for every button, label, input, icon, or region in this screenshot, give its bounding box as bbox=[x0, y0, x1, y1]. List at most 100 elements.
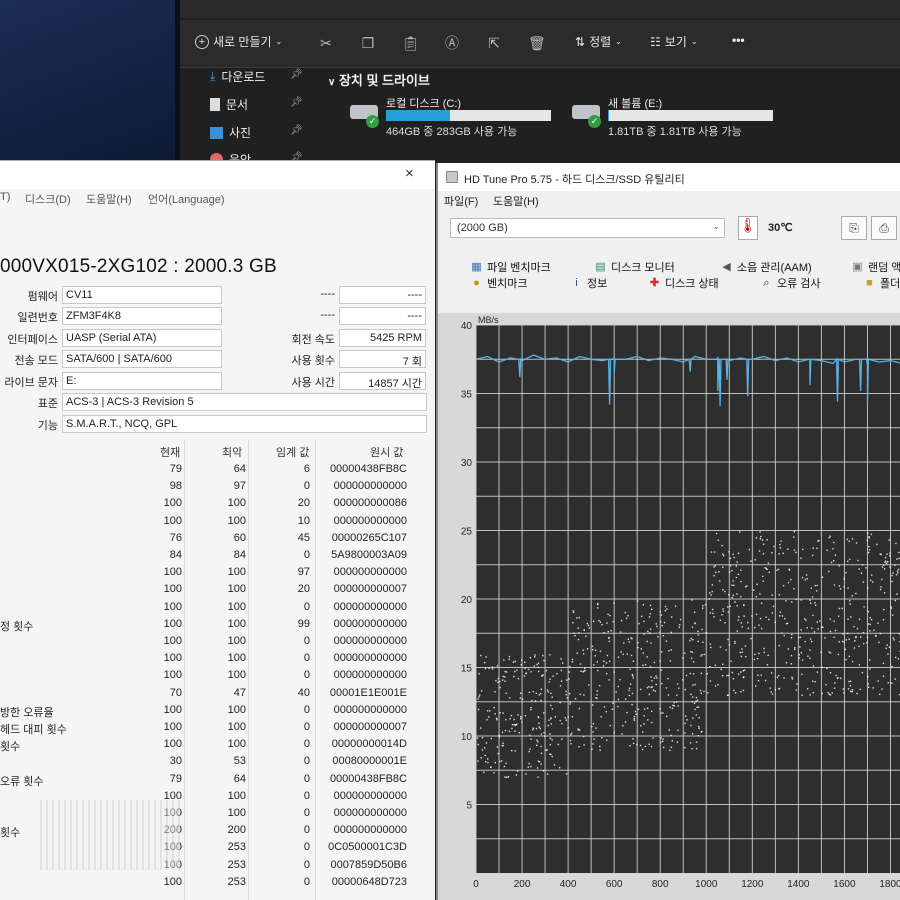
tab-info[interactable]: i 정보 bbox=[570, 275, 607, 291]
table-row[interactable]: 100 100 10 000000000000 bbox=[0, 514, 435, 531]
access-time-point bbox=[659, 611, 661, 613]
table-row[interactable]: 100 100 97 000000000000 bbox=[0, 565, 435, 582]
table-row[interactable]: 100 100 20 000000000086 bbox=[0, 496, 435, 513]
access-time-point bbox=[694, 622, 696, 624]
access-time-point bbox=[637, 708, 640, 711]
drive-select[interactable]: (2000 GB) ⌄ bbox=[450, 218, 725, 238]
rename-icon[interactable]: Ⓐ bbox=[444, 35, 460, 51]
access-time-point bbox=[758, 652, 760, 655]
new-button[interactable]: + 새로 만들기 ⌄ bbox=[195, 33, 282, 50]
access-time-point bbox=[763, 647, 765, 650]
devices-section-header[interactable]: ∨ 장치 및 드라이브 bbox=[328, 70, 430, 89]
access-time-point bbox=[591, 748, 593, 751]
pin-icon[interactable]: 📌︎ bbox=[290, 69, 303, 80]
tab-benchmark[interactable]: ● 벤치마크 bbox=[470, 275, 527, 291]
access-time-point bbox=[520, 716, 522, 718]
tab-random-access[interactable]: ▣ 랜덤 액 bbox=[851, 259, 900, 275]
access-time-point bbox=[642, 664, 644, 666]
header-threshold[interactable]: 임계 값 bbox=[276, 444, 309, 460]
access-time-point bbox=[855, 592, 857, 595]
share-icon[interactable]: ⇱ bbox=[486, 35, 502, 51]
access-time-point bbox=[494, 761, 496, 764]
access-time-point bbox=[692, 717, 694, 719]
table-row[interactable]: 정 횟수 100 100 99 000000000000 bbox=[0, 617, 435, 634]
access-time-point bbox=[829, 535, 831, 537]
current-value: 79 bbox=[169, 463, 182, 475]
table-row[interactable]: 100 253 0 00000648D723 bbox=[0, 875, 435, 892]
copy-icon[interactable]: ⎘ bbox=[841, 216, 867, 240]
sort-button[interactable]: ⇅ 정렬 ⌄ bbox=[575, 33, 622, 50]
drive-c[interactable]: ✓ 로컬 디스크 (C:) 464GB 중 283GB 사용 가능 bbox=[338, 95, 568, 140]
tab-disk-monitor[interactable]: ▤ 디스크 모니터 bbox=[594, 259, 674, 275]
close-icon[interactable]: × bbox=[405, 165, 414, 182]
save-icon[interactable]: ⎙ bbox=[871, 216, 897, 240]
menu-file[interactable]: 파일(F) bbox=[444, 193, 478, 209]
pin-icon[interactable]: 📌︎ bbox=[290, 97, 303, 108]
table-row[interactable]: 오류 횟수 79 64 0 00000438FB8C bbox=[0, 772, 435, 789]
tab-folder[interactable]: ■ 폴더 bbox=[863, 275, 900, 291]
access-time-point bbox=[813, 631, 816, 633]
table-row[interactable]: 1001000000000000000 bbox=[0, 600, 435, 617]
table-row[interactable]: 84 84 0 5A9800003A09 bbox=[0, 548, 435, 565]
access-time-point bbox=[503, 659, 505, 661]
access-time-point bbox=[858, 664, 861, 666]
table-row[interactable]: 1001000000000000000 bbox=[0, 634, 435, 651]
access-time-point bbox=[760, 627, 763, 630]
table-row[interactable]: 헤드 대피 횟수 100 100 0 000000000007 bbox=[0, 720, 435, 737]
access-time-point bbox=[659, 660, 661, 662]
cut-icon[interactable]: ✂ bbox=[318, 35, 334, 51]
table-row[interactable]: 30 53 0 00080000001E bbox=[0, 754, 435, 771]
access-time-point bbox=[839, 588, 842, 590]
delete-icon[interactable]: 🗑︎ bbox=[528, 35, 546, 51]
table-row[interactable]: 98 97 0 000000000000 bbox=[0, 479, 435, 496]
access-time-point bbox=[657, 636, 659, 638]
table-row[interactable]: 70 47 40 00001E1E001E bbox=[0, 686, 435, 703]
table-row[interactable]: 1001000000000000000 bbox=[0, 651, 435, 668]
paste-icon[interactable]: 📋︎ bbox=[402, 35, 420, 51]
access-time-point bbox=[514, 750, 516, 752]
table-row[interactable]: 1001000000000000000 bbox=[0, 668, 435, 685]
menu-help[interactable]: 도움말(H) bbox=[493, 193, 539, 209]
header-current[interactable]: 현재 bbox=[160, 444, 180, 460]
access-time-point bbox=[895, 656, 897, 659]
table-row[interactable]: 76 60 45 00000265C107 bbox=[0, 531, 435, 548]
table-row[interactable]: 방한 오류율 100 100 0 000000000000 bbox=[0, 703, 435, 720]
menu-tools[interactable]: T) bbox=[0, 191, 10, 203]
more-options-button[interactable]: ••• bbox=[732, 33, 745, 47]
table-row[interactable]: 횟수 100 100 0 00000000014D bbox=[0, 737, 435, 754]
nav-item-pictures[interactable]: 사진 bbox=[210, 124, 251, 141]
pin-icon[interactable]: 📌︎ bbox=[290, 125, 303, 136]
access-time-point bbox=[772, 605, 775, 608]
header-worst[interactable]: 최악 bbox=[222, 444, 242, 460]
tab-health[interactable]: ✚ 디스크 상태 bbox=[648, 275, 719, 291]
access-time-point bbox=[709, 643, 711, 645]
access-time-point bbox=[847, 587, 849, 589]
access-time-point bbox=[757, 679, 760, 682]
tab-aam[interactable]: ◀︎ 소음 관리(AAM) bbox=[720, 259, 811, 275]
drive-e[interactable]: ✓ 새 볼륨 (E:) 1.81TB 중 1.81TB 사용 가능 bbox=[560, 95, 790, 140]
access-time-point bbox=[532, 727, 535, 729]
nav-item-documents[interactable]: 문서 bbox=[210, 96, 248, 113]
menu-help[interactable]: 도움말(H) bbox=[86, 191, 132, 207]
view-button[interactable]: ☷ 보기 ⌄ bbox=[650, 33, 698, 50]
access-time-point bbox=[550, 692, 552, 694]
access-time-point bbox=[692, 684, 694, 686]
access-time-point bbox=[677, 729, 679, 732]
tab-file-benchmark[interactable]: ▦ 파일 벤치마크 bbox=[470, 259, 550, 275]
access-time-point bbox=[490, 737, 492, 740]
copy-icon[interactable]: ❐ bbox=[360, 35, 376, 51]
access-time-point bbox=[504, 670, 506, 673]
access-time-point bbox=[818, 539, 820, 542]
access-time-point bbox=[695, 700, 697, 702]
nav-item-downloads[interactable]: ⤓ 다운로드 bbox=[210, 68, 265, 85]
menu-disk[interactable]: 디스크(D) bbox=[25, 191, 71, 207]
tab-error-scan[interactable]: ⌕ 오류 검사 bbox=[760, 275, 820, 291]
table-row[interactable]: 79 64 6 00000438FB8C bbox=[0, 462, 435, 479]
access-time-point bbox=[676, 741, 679, 743]
access-time-point bbox=[568, 692, 571, 695]
access-time-point bbox=[582, 671, 584, 673]
header-raw-value[interactable]: 원시 값 bbox=[370, 444, 403, 460]
access-time-point bbox=[547, 691, 549, 693]
menu-language[interactable]: 언어(Language) bbox=[148, 191, 225, 207]
table-row[interactable]: 100 100 20 000000000007 bbox=[0, 582, 435, 599]
